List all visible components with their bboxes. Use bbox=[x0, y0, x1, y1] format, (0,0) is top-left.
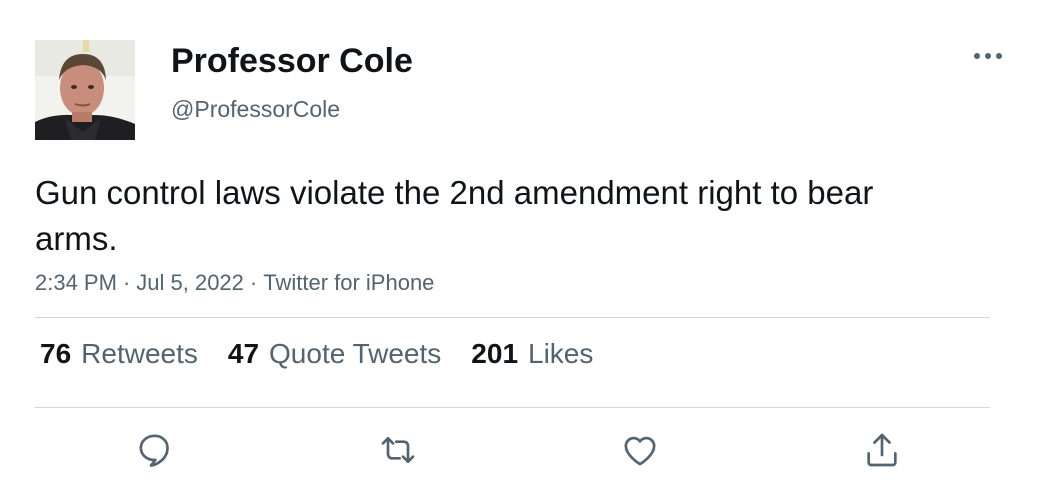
share-button[interactable] bbox=[860, 428, 904, 472]
meta-separator: · bbox=[122, 270, 131, 295]
avatar[interactable] bbox=[35, 40, 135, 140]
retweet-button[interactable] bbox=[376, 428, 420, 472]
tweet-stats: 76 Retweets 47 Quote Tweets 201 Likes bbox=[40, 338, 623, 370]
more-options-button[interactable] bbox=[966, 40, 1010, 72]
quote-tweets-count: 47 bbox=[227, 338, 260, 369]
retweets-count: 76 bbox=[40, 338, 72, 369]
likes-count: 201 bbox=[471, 338, 519, 369]
retweet-icon bbox=[381, 437, 415, 463]
heart-icon bbox=[624, 436, 656, 466]
reply-icon bbox=[139, 434, 169, 467]
quote-tweets-label: Quote Tweets bbox=[269, 338, 442, 369]
share-icon bbox=[867, 433, 897, 467]
meta-separator: · bbox=[249, 270, 258, 295]
tweet-time[interactable]: 2:34 PM bbox=[35, 270, 117, 295]
tweet-source[interactable]: Twitter for iPhone bbox=[263, 270, 434, 295]
more-icon bbox=[974, 53, 1002, 59]
retweets-stat[interactable]: 76 Retweets bbox=[40, 338, 198, 370]
tweet-meta: 2:34 PM · Jul 5, 2022 · Twitter for iPhone bbox=[35, 270, 434, 296]
author-handle[interactable]: @ProfessorCole bbox=[171, 96, 340, 123]
likes-label: Likes bbox=[528, 338, 594, 369]
divider bbox=[35, 317, 990, 318]
profile-photo-icon bbox=[35, 40, 135, 140]
quote-tweets-stat[interactable]: 47 Quote Tweets bbox=[228, 338, 441, 370]
retweets-label: Retweets bbox=[81, 338, 198, 369]
tweet-card: Professor Cole @ProfessorCole Gun contro… bbox=[0, 0, 1050, 480]
divider bbox=[35, 407, 990, 408]
reply-button[interactable] bbox=[133, 428, 177, 472]
tweet-text: Gun control laws violate the 2nd amendme… bbox=[35, 174, 874, 257]
tweet-date[interactable]: Jul 5, 2022 bbox=[136, 270, 244, 295]
like-button[interactable] bbox=[618, 428, 662, 472]
likes-stat[interactable]: 201 Likes bbox=[471, 338, 593, 370]
author-display-name[interactable]: Professor Cole bbox=[171, 42, 413, 81]
